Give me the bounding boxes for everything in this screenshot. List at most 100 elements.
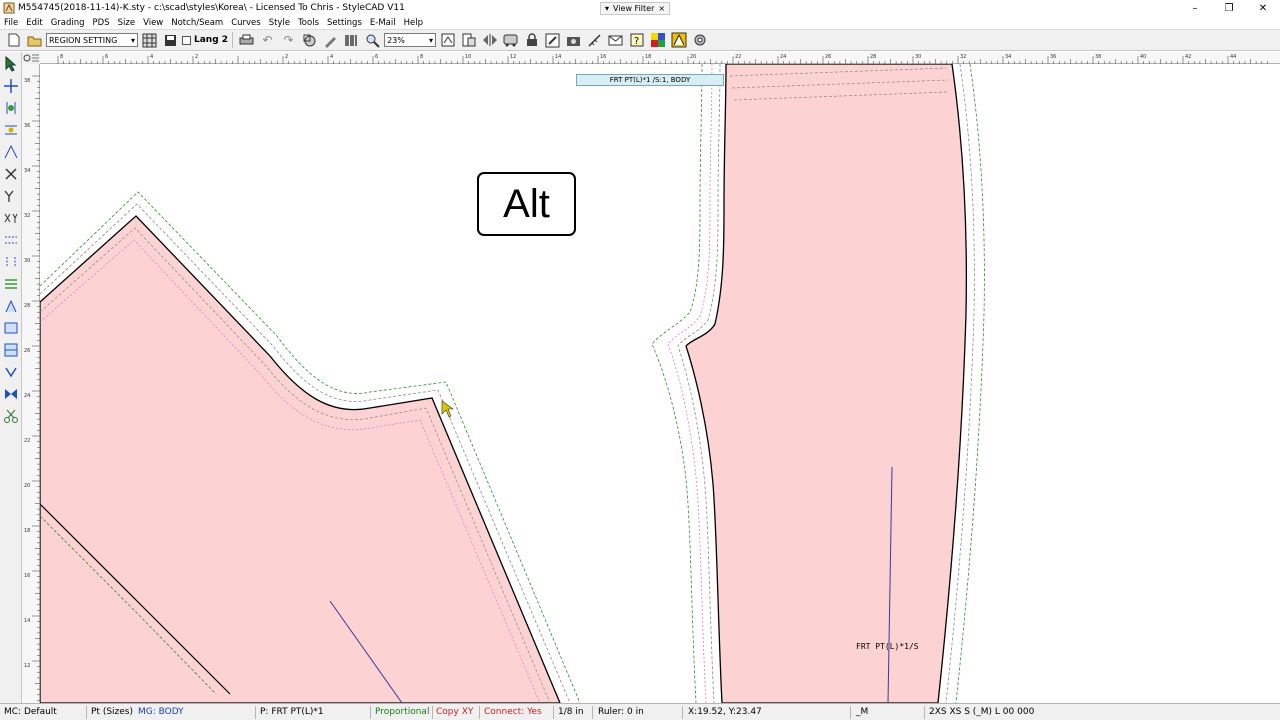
- barcode-tool-button[interactable]: [342, 31, 361, 49]
- status-copy-xy[interactable]: Copy XY: [436, 707, 473, 717]
- mirror-button[interactable]: [480, 31, 499, 49]
- menu-curves[interactable]: Curves: [231, 18, 261, 28]
- menu-tools[interactable]: Tools: [298, 18, 319, 28]
- ruler-tick-label: 26: [825, 54, 831, 60]
- menu-size[interactable]: Size: [118, 18, 135, 28]
- layout-button[interactable]: [459, 31, 478, 49]
- print-button[interactable]: [237, 31, 256, 49]
- menu-notch-seam[interactable]: Notch/Seam: [171, 18, 223, 28]
- ruler-tick-label: 22: [735, 54, 741, 60]
- y-axis-icon: [4, 190, 14, 202]
- select-arrow-button[interactable]: [1, 54, 21, 74]
- y-tool-button[interactable]: [1, 186, 21, 206]
- left-tool-palette: [0, 52, 22, 703]
- settings-button[interactable]: [690, 31, 709, 49]
- pattern-piece-left-fill[interactable]: [40, 215, 561, 703]
- shift-y-button[interactable]: [1, 252, 21, 272]
- undo-button[interactable]: ↶: [258, 31, 277, 49]
- horizontal-ruler[interactable]: 8 6 4 2 2 4 6 8 10 12 14 16 18 20 22 24 26 28 30 32 34 36 38 40…: [40, 52, 1280, 64]
- cursor-icon: [441, 400, 454, 418]
- flip-button[interactable]: [1, 384, 21, 404]
- status-mg: MG: BODY: [138, 707, 184, 717]
- style-icon: [671, 32, 687, 48]
- ruler-corner: [22, 52, 40, 64]
- shapes-tool-button[interactable]: [300, 31, 319, 49]
- piece-annotation-label: FRT PT(L)*1/S: [856, 642, 919, 651]
- measure-icon: [588, 33, 601, 47]
- new-file-button[interactable]: [4, 31, 23, 49]
- split-button[interactable]: [1, 340, 21, 360]
- menu-view[interactable]: View: [143, 18, 163, 28]
- ruler-tick-label: 38: [24, 78, 30, 84]
- zoom-button[interactable]: [363, 31, 382, 49]
- ruler-tick-label: 12: [24, 663, 30, 669]
- chevron-down-icon: ▾: [130, 35, 135, 45]
- barcode-icon: [345, 34, 357, 46]
- menu-pds[interactable]: PDS: [93, 18, 110, 28]
- camera-button[interactable]: [564, 31, 583, 49]
- fit-page-button[interactable]: [438, 31, 457, 49]
- status-fraction[interactable]: 1/8 in: [558, 707, 584, 717]
- lang-2-checkbox[interactable]: Lang 2: [182, 35, 228, 45]
- pattern-piece-right-fill[interactable]: [685, 64, 968, 703]
- lock-button[interactable]: [522, 31, 541, 49]
- email-button[interactable]: [606, 31, 625, 49]
- xy-tool-button[interactable]: [1, 208, 21, 228]
- ruler-tick-label: 26: [24, 348, 30, 354]
- menu-edit[interactable]: Edit: [26, 18, 42, 28]
- minimize-button[interactable]: –: [1178, 0, 1212, 16]
- region-setting-select[interactable]: REGION SETTING ▾: [46, 33, 138, 47]
- drawing-canvas[interactable]: FRT PT(L)*1 /S:1, BODY Alt FRT PT(L)*1/S: [40, 64, 1280, 703]
- cut-button[interactable]: [1, 406, 21, 426]
- ruler-tick-label: 16: [24, 573, 30, 579]
- bus-tool-button[interactable]: [501, 31, 520, 49]
- vertical-ruler[interactable]: 38 36 34 32 30 28 26 24 22 20 18 16 14 12: [22, 64, 40, 703]
- shift-x-button[interactable]: [1, 230, 21, 250]
- close-window-button[interactable]: ✕: [1246, 0, 1280, 16]
- seam-button[interactable]: [1, 318, 21, 338]
- status-divider: [850, 706, 851, 719]
- align-button[interactable]: [1, 296, 21, 316]
- app-icon: [3, 2, 15, 14]
- redo-button[interactable]: ↷: [279, 31, 298, 49]
- pattern-drawing[interactable]: [40, 64, 1280, 703]
- move-point-button[interactable]: [1, 76, 21, 96]
- menu-help[interactable]: Help: [404, 18, 423, 28]
- rotate-button[interactable]: [1, 362, 21, 382]
- restore-button[interactable]: ❐: [1212, 0, 1246, 16]
- menu-grading[interactable]: Grading: [51, 18, 85, 28]
- zoom-select[interactable]: 23% ▾: [384, 33, 437, 47]
- status-connect[interactable]: Connect: Yes: [484, 707, 542, 717]
- measure-tool-button[interactable]: [585, 31, 604, 49]
- grid-tool-button[interactable]: [140, 31, 159, 49]
- menu-file[interactable]: File: [4, 18, 18, 28]
- open-file-button[interactable]: [25, 31, 44, 49]
- toolbar-divider: [232, 32, 234, 48]
- status-proportional[interactable]: Proportional: [375, 707, 429, 717]
- view-filter-button[interactable]: ▾ View Filter ×: [600, 2, 671, 15]
- pen-tool-button[interactable]: [321, 31, 340, 49]
- color-palette-button[interactable]: [648, 31, 667, 49]
- chevron-down-icon: ▾: [605, 4, 610, 13]
- help-button[interactable]: ?: [627, 31, 646, 49]
- menu-settings[interactable]: Settings: [327, 18, 362, 28]
- add-point-button[interactable]: [1, 98, 21, 118]
- edit-tool-button[interactable]: [543, 31, 562, 49]
- menu-style[interactable]: Style: [269, 18, 290, 28]
- save-button[interactable]: [161, 31, 180, 49]
- menu-email[interactable]: E-Mail: [370, 18, 396, 28]
- ruler-tick-label: 44: [1230, 54, 1236, 60]
- fit-page-icon: [441, 33, 455, 47]
- style-view-button[interactable]: [669, 31, 688, 49]
- notch-tool-button[interactable]: [1, 142, 21, 162]
- close-icon[interactable]: ×: [658, 4, 665, 13]
- checkbox-box[interactable]: [182, 35, 191, 45]
- cross-tool-button[interactable]: [1, 164, 21, 184]
- window-controls: – ❐ ✕: [1178, 0, 1280, 16]
- distribute-button[interactable]: [1, 274, 21, 294]
- lock-icon: [526, 33, 537, 46]
- grade-point-button[interactable]: [1, 120, 21, 140]
- ruler-tick-label: 42: [1185, 54, 1191, 60]
- piece-name-label[interactable]: FRT PT(L)*1 /S:1, BODY: [576, 74, 724, 86]
- status-size-range: 2XS XS S (_M) L 00 000: [929, 707, 1035, 717]
